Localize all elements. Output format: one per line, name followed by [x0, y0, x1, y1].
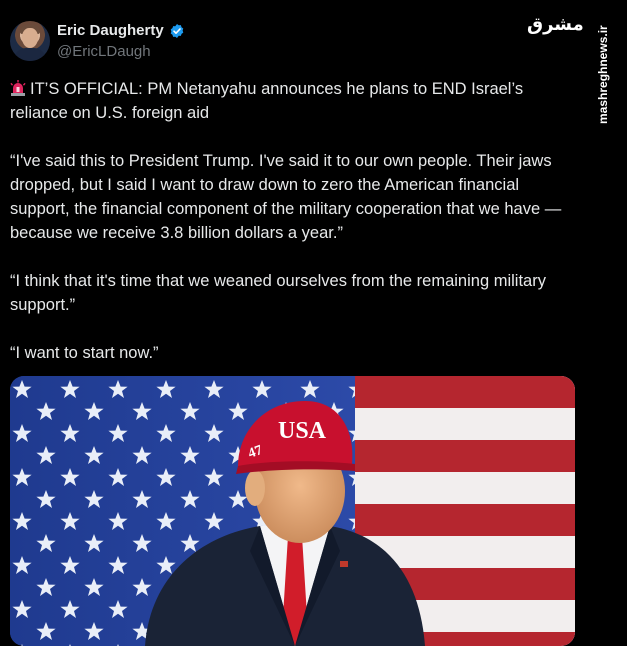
flag-red-stripe-2 [355, 440, 575, 472]
tweet-media-image[interactable]: USA 47 [10, 376, 575, 646]
watermark-logo: مشرق [527, 14, 584, 35]
cap-text: USA [278, 418, 327, 444]
tweet-quote-1: “I've said this to President Trump. I've… [10, 152, 562, 242]
media-photo: USA 47 [10, 376, 575, 646]
ear [245, 470, 265, 506]
avatar-suit [14, 48, 46, 61]
tweet-text: IT’S OFFICIAL: PM Netanyahu announces he… [10, 77, 570, 389]
flag-red-stripe-3 [355, 504, 575, 536]
flag-pin [340, 561, 348, 567]
author-display-name[interactable]: Eric Daugherty [57, 22, 164, 39]
avatar[interactable] [10, 21, 50, 61]
tweet-quote-2: “I think that it's time that we weaned o… [10, 272, 546, 314]
verified-badge-icon [170, 23, 183, 38]
tweet-headline: IT’S OFFICIAL: PM Netanyahu announces he… [10, 80, 524, 122]
author-name-row: Eric Daugherty [57, 22, 185, 39]
author-handle[interactable]: @EricLDaugh [57, 43, 151, 60]
watermark-site: mashreghnews.ir [596, 25, 610, 124]
avatar-face [22, 28, 38, 48]
tweet-headline-paragraph: IT’S OFFICIAL: PM Netanyahu announces he… [10, 77, 570, 125]
tweet-quote-3: “I want to start now.” [10, 344, 159, 362]
flag-red-stripe-1 [355, 376, 575, 408]
rotating-light-icon [10, 80, 26, 96]
